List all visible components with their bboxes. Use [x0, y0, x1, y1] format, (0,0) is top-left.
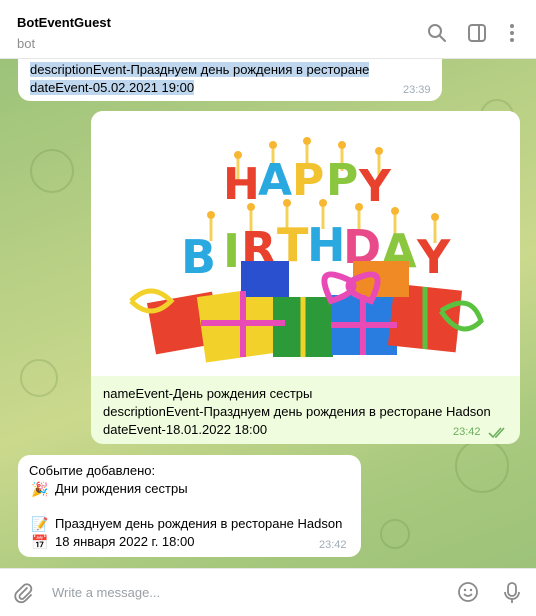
svg-text:I: I [223, 224, 240, 278]
chat-title[interactable]: BotEventGuest [17, 15, 111, 30]
banner-bottom-text: B I R T H D A Y [181, 218, 451, 284]
banner-top-text: H A P P Y [223, 155, 392, 212]
message-input[interactable]: Write a message... [52, 585, 160, 600]
message-text: descriptionEvent-Празднуем день рождения… [103, 404, 491, 419]
message-text: 18 января 2022 г. 18:00 [55, 534, 195, 549]
birthday-illustration: H A P P Y B I R T H D A Y [129, 137, 484, 363]
svg-text:P: P [326, 155, 358, 206]
svg-text:H: H [307, 218, 346, 272]
message-time: 23:42 [453, 426, 481, 438]
microphone-icon[interactable] [502, 581, 522, 605]
svg-text:P: P [292, 155, 324, 206]
emoji-icon[interactable] [457, 581, 479, 603]
chat-subtitle: bot [17, 36, 36, 51]
message-text: dateEvent-05.02.2021 19:00 [30, 80, 195, 95]
svg-text:Y: Y [416, 230, 451, 284]
memo-icon: 📝 [31, 516, 49, 532]
sidebar-icon[interactable] [466, 22, 488, 44]
message-text: Празднуем день рождения в ресторане Hads… [55, 516, 343, 531]
chat-background: descriptionEvent-Празднуем день рождения… [0, 59, 536, 568]
message-line: dateEvent-05.02.2021 19:00 [30, 79, 195, 96]
message-text: nameEvent-День рождения сестры [103, 386, 313, 401]
message-time: 23:39 [403, 84, 431, 96]
message-text: Дни рождения сестры [55, 481, 188, 496]
party-popper-icon: 🎉 [31, 481, 49, 497]
wallpaper-doodle [20, 359, 58, 397]
chat-header: BotEventGuest bot [0, 0, 536, 59]
message-bubble-incoming[interactable]: Событие добавлено: 🎉 Дни рождения сестры… [18, 455, 361, 557]
attach-icon[interactable] [12, 582, 34, 604]
search-icon[interactable] [426, 22, 448, 44]
message-line: descriptionEvent-Празднуем день рождения… [30, 61, 370, 78]
svg-text:Y: Y [358, 161, 392, 212]
wallpaper-doodle [380, 519, 410, 549]
message-text: descriptionEvent-Празднуем день рождения… [30, 62, 370, 77]
birthday-image[interactable]: H A P P Y B I R T H D A Y [91, 111, 520, 376]
more-icon[interactable] [501, 22, 523, 44]
message-bubble-outgoing[interactable]: H A P P Y B I R T H D A Y nameEvent-День… [91, 111, 520, 444]
svg-text:A: A [258, 155, 292, 206]
wallpaper-doodle [30, 149, 74, 193]
message-text: dateEvent-18.01.2022 18:00 [103, 422, 268, 437]
double-check-icon [488, 427, 505, 439]
svg-text:H: H [223, 159, 260, 210]
svg-text:B: B [181, 230, 216, 284]
calendar-icon: 📅 [31, 534, 49, 550]
message-text: Событие добавлено: [29, 463, 156, 478]
message-bubble-incoming[interactable]: descriptionEvent-Празднуем день рождения… [18, 59, 442, 101]
wallpaper-doodle [455, 439, 509, 493]
message-composer: Write a message... [0, 568, 536, 616]
message-time: 23:42 [319, 539, 347, 551]
